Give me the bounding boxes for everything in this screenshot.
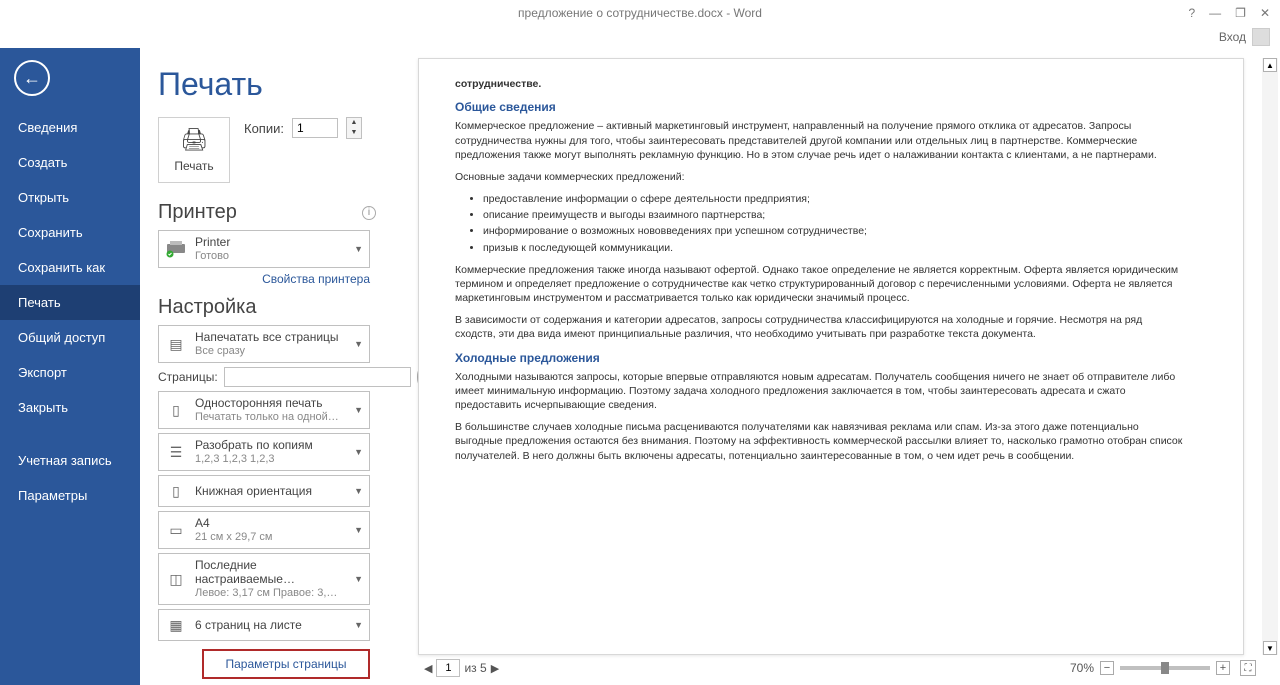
page-count-label: из 5 xyxy=(464,661,486,675)
grid-icon: ▦ xyxy=(165,614,187,636)
zoom-in-button[interactable]: + xyxy=(1216,661,1230,675)
sidebar-item-close[interactable]: Закрыть xyxy=(0,390,140,425)
page-side-icon: ▯ xyxy=(165,399,187,421)
chevron-down-icon[interactable]: ▼ xyxy=(347,128,361,138)
pages-per-sheet-dropdown[interactable]: ▦ 6 страниц на листе ▼ xyxy=(158,609,370,641)
zoom-slider[interactable] xyxy=(1120,666,1210,670)
printer-heading: Принтер xyxy=(158,201,237,224)
restore-icon[interactable]: ❐ xyxy=(1235,6,1246,20)
print-range-dropdown[interactable]: ▤ Напечатать все страницы Все сразу ▼ xyxy=(158,325,370,363)
printer-icon: 🖨 xyxy=(180,127,208,153)
sidebar-item-options[interactable]: Параметры xyxy=(0,478,140,513)
chevron-down-icon: ▼ xyxy=(350,244,363,254)
printer-name: Printer xyxy=(195,235,350,249)
sides-dropdown[interactable]: ▯ Односторонняя печать Печатать только н… xyxy=(158,391,370,429)
pages-label: Страницы: xyxy=(158,370,218,384)
printer-ready-icon xyxy=(165,238,187,260)
prev-page-icon[interactable]: ◀ xyxy=(424,662,432,675)
page-navigator: ◀ из 5 ▶ xyxy=(424,659,499,677)
zoom-label: 70% xyxy=(1070,661,1094,675)
settings-heading: Настройка xyxy=(158,296,256,319)
sidebar-item-new[interactable]: Создать xyxy=(0,145,140,180)
next-page-icon[interactable]: ▶ xyxy=(491,662,499,675)
login-row: Вход xyxy=(0,26,1280,48)
help-icon[interactable]: ? xyxy=(1188,6,1195,20)
sidebar-item-export[interactable]: Экспорт xyxy=(0,355,140,390)
sidebar-item-print[interactable]: Печать xyxy=(0,285,140,320)
sidebar-item-save[interactable]: Сохранить xyxy=(0,215,140,250)
copies-label: Копии: xyxy=(244,121,284,136)
chevron-down-icon: ▼ xyxy=(350,486,363,496)
collate-dropdown[interactable]: ☰ Разобрать по копиям 1,2,3 1,2,3 1,2,3 … xyxy=(158,433,370,471)
sidebar-item-share[interactable]: Общий доступ xyxy=(0,320,140,355)
printer-status: Готово xyxy=(195,249,350,263)
print-preview-area: сотрудничестве. Общие сведения Коммерчес… xyxy=(400,48,1280,685)
pages-input[interactable] xyxy=(224,367,411,387)
close-icon[interactable]: ✕ xyxy=(1260,6,1270,20)
title-bar: предложение о сотрудничестве.docx - Word… xyxy=(0,0,1280,26)
preview-bullet-list: предоставление информации о сфере деятел… xyxy=(483,192,1183,255)
current-page-input[interactable] xyxy=(436,659,460,677)
preview-heading-2: Холодные предложения xyxy=(455,350,1183,366)
portrait-icon: ▯ xyxy=(165,480,187,502)
orientation-dropdown[interactable]: ▯ Книжная ориентация ▼ xyxy=(158,475,370,507)
back-button[interactable]: ← xyxy=(14,60,50,96)
avatar-icon[interactable] xyxy=(1252,28,1270,46)
arrow-left-icon: ← xyxy=(23,68,41,89)
sidebar-item-open[interactable]: Открыть xyxy=(0,180,140,215)
info-icon[interactable]: i xyxy=(362,206,376,220)
preview-footer: ◀ из 5 ▶ 70% − + ⛶ xyxy=(418,655,1262,681)
chevron-down-icon: ▼ xyxy=(350,525,363,535)
margins-icon: ◫ xyxy=(165,568,187,590)
sidebar-item-account[interactable]: Учетная запись xyxy=(0,443,140,478)
scroll-up-icon[interactable]: ▲ xyxy=(1263,58,1277,72)
backstage-sidebar: ← Сведения Создать Открыть Сохранить Сох… xyxy=(0,48,140,685)
pages-icon: ▤ xyxy=(165,333,187,355)
preview-heading-1: Общие сведения xyxy=(455,99,1183,115)
page-setup-link[interactable]: Параметры страницы xyxy=(202,649,370,679)
document-preview: сотрудничестве. Общие сведения Коммерчес… xyxy=(418,58,1244,655)
sidebar-item-saveas[interactable]: Сохранить как xyxy=(0,250,140,285)
minimize-icon[interactable]: — xyxy=(1209,6,1221,20)
sidebar-item-info[interactable]: Сведения xyxy=(0,110,140,145)
scroll-down-icon[interactable]: ▼ xyxy=(1263,641,1277,655)
chevron-down-icon: ▼ xyxy=(350,339,363,349)
chevron-down-icon: ▼ xyxy=(350,620,363,630)
print-settings-panel: Печать 🖨 Печать Копии: ▲ ▼ Принтер i xyxy=(140,48,400,685)
chevron-down-icon: ▼ xyxy=(350,447,363,457)
printer-dropdown[interactable]: Printer Готово ▼ xyxy=(158,230,370,268)
margins-dropdown[interactable]: ◫ Последние настраиваемые… Левое: 3,17 с… xyxy=(158,553,370,605)
fit-to-window-button[interactable]: ⛶ xyxy=(1240,660,1256,676)
slider-thumb[interactable] xyxy=(1161,662,1169,674)
zoom-controls: 70% − + ⛶ xyxy=(1070,660,1256,676)
window-controls: ? — ❐ ✕ xyxy=(1188,6,1280,20)
copies-input[interactable] xyxy=(292,118,338,138)
paper-icon: ▭ xyxy=(165,519,187,541)
chevron-up-icon[interactable]: ▲ xyxy=(347,118,361,128)
chevron-down-icon: ▼ xyxy=(350,405,363,415)
preview-scrollbar[interactable]: ▲ ▼ xyxy=(1262,58,1278,655)
document-title: предложение о сотрудничестве.docx - Word xyxy=(518,6,762,20)
paper-size-dropdown[interactable]: ▭ A4 21 см x 29,7 см ▼ xyxy=(158,511,370,549)
sign-in-link[interactable]: Вход xyxy=(1219,30,1246,44)
printer-properties-link[interactable]: Свойства принтера xyxy=(158,272,370,286)
print-button[interactable]: 🖨 Печать xyxy=(158,117,230,183)
collate-icon: ☰ xyxy=(165,441,187,463)
page-title: Печать xyxy=(158,66,400,103)
zoom-out-button[interactable]: − xyxy=(1100,661,1114,675)
copies-stepper[interactable]: ▲ ▼ xyxy=(346,117,362,139)
chevron-down-icon: ▼ xyxy=(350,574,363,584)
